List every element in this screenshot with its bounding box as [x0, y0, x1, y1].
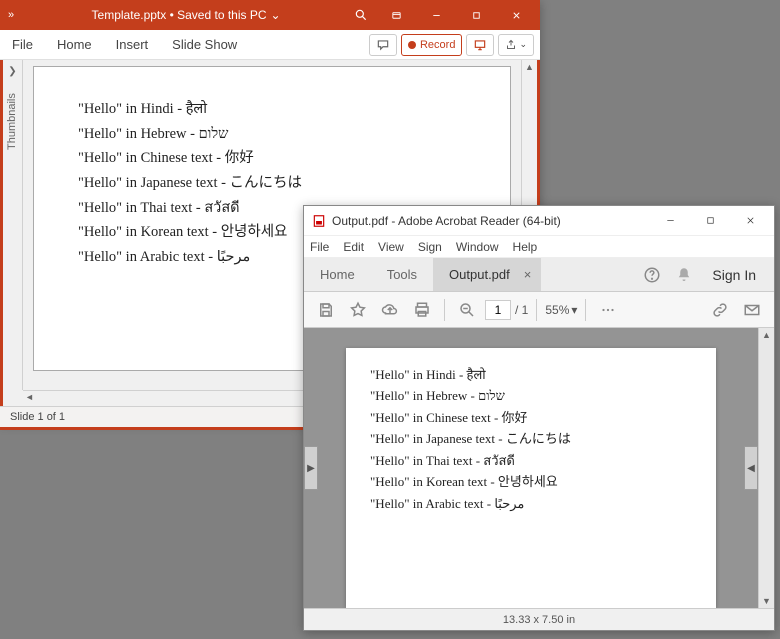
tab-document[interactable]: Output.pdf × — [433, 258, 541, 291]
email-icon[interactable] — [738, 296, 766, 324]
present-button[interactable] — [466, 34, 494, 56]
page-dimensions: 13.33 x 7.50 in — [503, 614, 575, 626]
zoom-chevron-icon: ▾ — [571, 303, 577, 317]
tab-file[interactable]: File — [0, 30, 45, 59]
page-total: / 1 — [515, 303, 528, 317]
pdf-close-icon[interactable] — [730, 207, 770, 235]
left-panel-handle[interactable]: ▶ — [304, 446, 318, 490]
link-share-icon[interactable] — [706, 296, 734, 324]
pdf-line: "Hello" in Arabic text - مرحبًا — [370, 493, 692, 514]
pdf-menubar: File Edit View Sign Window Help — [304, 236, 774, 258]
tab-tools[interactable]: Tools — [371, 258, 433, 291]
menu-help[interactable]: Help — [513, 240, 538, 254]
menu-view[interactable]: View — [378, 240, 404, 254]
pdf-toolbar: / 1 55% ▾ — [304, 292, 774, 328]
ppt-titlebar: » Template.pptx • Saved to this PC ⌄ — [0, 0, 540, 30]
share-button[interactable]: ⌄ — [498, 34, 534, 56]
zoom-selector[interactable]: 55% ▾ — [545, 303, 577, 317]
pdf-maximize-icon[interactable] — [690, 207, 730, 235]
ppt-ribbon: File Home Insert Slide Show Record ⌄ — [0, 30, 540, 60]
close-tab-icon[interactable]: × — [524, 267, 532, 282]
pdf-line: "Hello" in Hindi - हैलो — [370, 364, 692, 385]
print-icon[interactable] — [408, 296, 436, 324]
adobe-reader-window: Output.pdf - Adobe Acrobat Reader (64-bi… — [303, 205, 775, 631]
record-dot-icon — [408, 41, 416, 49]
title-text: Template.pptx • Saved to this PC — [92, 8, 267, 22]
record-label: Record — [420, 39, 455, 51]
page-number-input[interactable] — [485, 300, 511, 320]
tab-insert[interactable]: Insert — [104, 30, 161, 59]
save-icon[interactable] — [312, 296, 340, 324]
slide-line: "Hello" in Chinese text - 你好 — [78, 146, 466, 171]
thumbnails-panel: ❯ Thumbnails — [3, 60, 23, 390]
slide-indicator: Slide 1 of 1 — [10, 411, 65, 423]
title-chevron-icon[interactable]: ⌄ — [271, 8, 281, 22]
pdf-line: "Hello" in Korean text - 안녕하세요 — [370, 471, 692, 492]
quick-access-chevron-icon[interactable]: » — [8, 9, 14, 21]
window-title: Template.pptx • Saved to this PC ⌄ — [92, 8, 281, 22]
bell-icon[interactable] — [672, 263, 696, 287]
menu-edit[interactable]: Edit — [343, 240, 364, 254]
menu-sign[interactable]: Sign — [418, 240, 442, 254]
slide-line: "Hello" in Hebrew - שלום — [78, 122, 466, 147]
search-icon[interactable] — [346, 1, 376, 29]
pdf-file-icon — [312, 214, 326, 228]
close-icon[interactable] — [496, 1, 536, 29]
ribbon-mode-icon[interactable] — [376, 1, 416, 29]
pdf-document-area: ▶ "Hello" in Hindi - हैलो "Hello" in Heb… — [304, 328, 774, 608]
zoom-out-icon[interactable] — [453, 296, 481, 324]
tab-slideshow[interactable]: Slide Show — [160, 30, 249, 59]
pdf-line: "Hello" in Thai text - สวัสดี — [370, 450, 692, 471]
pdf-line: "Hello" in Japanese text - こんにちは — [370, 428, 692, 449]
slide-line: "Hello" in Hindi - हैलो — [78, 97, 466, 122]
expand-thumbnails-icon[interactable]: ❯ — [8, 66, 16, 77]
pdf-tabs: Home Tools Output.pdf × Sign In — [304, 258, 774, 292]
maximize-icon[interactable] — [456, 1, 496, 29]
pdf-vertical-scrollbar[interactable] — [758, 328, 774, 608]
minimize-icon[interactable] — [416, 1, 456, 29]
pdf-titlebar: Output.pdf - Adobe Acrobat Reader (64-bi… — [304, 206, 774, 236]
pdf-minimize-icon[interactable] — [650, 207, 690, 235]
pdf-statusbar: 13.33 x 7.50 in — [304, 608, 774, 630]
comments-button[interactable] — [369, 34, 397, 56]
star-icon[interactable] — [344, 296, 372, 324]
slide-line: "Hello" in Japanese text - こんにちは — [78, 171, 466, 196]
pdf-page[interactable]: "Hello" in Hindi - हैलो "Hello" in Hebre… — [346, 348, 716, 608]
zoom-value: 55% — [545, 303, 569, 317]
right-panel-handle[interactable]: ◀ — [744, 446, 758, 490]
tab-home[interactable]: Home — [45, 30, 104, 59]
more-icon[interactable] — [594, 296, 622, 324]
doc-tab-label: Output.pdf — [449, 267, 510, 282]
record-button[interactable]: Record — [401, 34, 462, 56]
menu-window[interactable]: Window — [456, 240, 499, 254]
tab-home-pdf[interactable]: Home — [304, 258, 371, 291]
signin-button[interactable]: Sign In — [704, 267, 764, 283]
pdf-title-text: Output.pdf - Adobe Acrobat Reader (64-bi… — [332, 214, 561, 228]
pdf-line: "Hello" in Chinese text - 你好 — [370, 407, 692, 428]
pdf-line: "Hello" in Hebrew - שלום — [370, 385, 692, 406]
menu-file[interactable]: File — [310, 240, 329, 254]
thumbnails-label: Thumbnails — [6, 93, 18, 150]
help-icon[interactable] — [640, 263, 664, 287]
cloud-upload-icon[interactable] — [376, 296, 404, 324]
